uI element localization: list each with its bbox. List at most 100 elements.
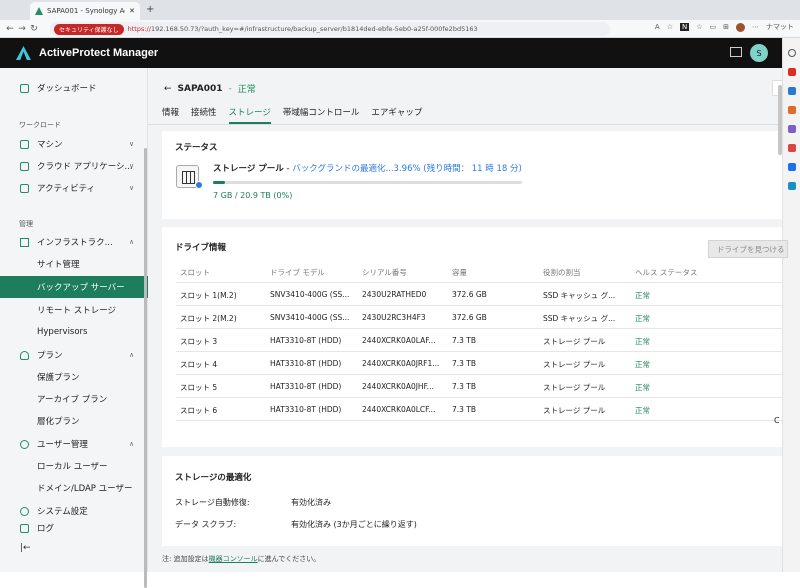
col-model[interactable]: ドライブ モデル <box>270 267 358 278</box>
back-icon[interactable]: ← <box>4 24 16 34</box>
sidebar: ダッシュボード ワークロード マシン ∨ クラウド アプリケーシ... ∨ アク… <box>0 68 148 588</box>
cell-serial: 2430U2RC3H4F3 <box>362 313 426 322</box>
read-aloud-icon[interactable]: A <box>655 23 660 31</box>
collections-icon[interactable]: ⊞ <box>723 23 729 31</box>
cell-capacity: 372.6 GB <box>452 313 487 322</box>
sidebar-item-label: ドメイン/LDAP ユーザー <box>37 484 133 494</box>
cell-role: ストレージ プール <box>543 360 606 369</box>
tab-bar: 情報 接続性 ストレージ 帯域幅コントロール エアギャップ <box>162 106 422 124</box>
users-icon <box>20 439 29 449</box>
tab-airgap[interactable]: エアギャップ <box>371 106 422 124</box>
sidebar-item-logs[interactable]: ログ <box>0 523 148 533</box>
main-scrollbar[interactable] <box>778 85 782 155</box>
refresh-button[interactable]: C <box>774 416 780 425</box>
sidebar-item-domain-users[interactable]: ドメイン/LDAP ユーザー <box>0 478 148 498</box>
sidebar-item-dashboard[interactable]: ダッシュボード <box>0 78 148 98</box>
find-drive-button[interactable]: ドライブを見つける <box>708 240 788 258</box>
sidebar-item-archive-plans[interactable]: アーカイブ プラン <box>0 389 148 409</box>
shopping-icon[interactable] <box>787 163 796 171</box>
table-row[interactable]: スロット 5 HAT3310-8T (HDD) 2440XCRK0A0JHF..… <box>176 375 782 398</box>
chevron-down-icon: ∨ <box>129 162 135 170</box>
tab-info[interactable]: 情報 <box>162 106 179 124</box>
more-icon[interactable]: ⋯ <box>752 23 759 31</box>
device-console-link[interactable]: 機器コンソール <box>209 555 258 563</box>
tab-connectivity[interactable]: 接続性 <box>191 106 217 124</box>
auto-repair-value: 有効化済み <box>291 498 331 507</box>
sidebar-item-label: バックアップ サーバー <box>37 283 125 293</box>
server-status: 正常 <box>237 85 256 95</box>
sidebar-item-plans[interactable]: プラン ∧ <box>0 345 148 365</box>
sidebar-item-label: プラン <box>37 351 63 361</box>
sidebar-item-user-mgmt[interactable]: ユーザー管理 ∧ <box>0 434 148 454</box>
notes-icon[interactable] <box>730 47 742 57</box>
security-badge[interactable]: セキュリティ保護なし <box>54 23 124 35</box>
col-slot[interactable]: スロット <box>180 267 268 278</box>
split-screen-icon[interactable]: ▭ <box>710 23 717 31</box>
sidebar-item-local-users[interactable]: ローカル ユーザー <box>0 456 148 476</box>
cell-health: 正常 <box>635 314 650 323</box>
col-serial[interactable]: シリアル番号 <box>362 267 448 278</box>
sidebar-item-infrastructure[interactable]: インフラストラク... ∧ <box>0 232 148 252</box>
sidebar-item-cloud-apps[interactable]: クラウド アプリケーシ... ∨ <box>0 156 148 176</box>
tab-close-icon[interactable]: ✕ <box>129 7 135 15</box>
sidebar-item-machines[interactable]: マシン ∨ <box>0 134 148 154</box>
cell-model: HAT3310-8T (HDD) <box>270 336 342 345</box>
office-icon[interactable] <box>787 144 796 152</box>
synology-favicon-icon <box>35 7 43 15</box>
back-arrow-icon[interactable]: ← <box>164 84 172 94</box>
games-icon[interactable] <box>787 125 796 133</box>
cell-serial: 2440XCRK0A0JHF... <box>362 382 434 391</box>
section-admin: 管理 <box>19 220 33 228</box>
search-icon[interactable] <box>787 49 796 57</box>
cell-slot: スロット 2(M.2) <box>180 314 237 323</box>
activity-icon <box>20 183 29 193</box>
data-scrub-label: データ スクラブ: <box>175 520 237 529</box>
notion-icon[interactable]: N <box>679 23 690 31</box>
tab-bandwidth[interactable]: 帯域幅コントロール <box>283 106 360 124</box>
collapse-sidebar-icon[interactable]: |← <box>20 543 31 553</box>
reload-icon[interactable]: ↻ <box>28 24 40 34</box>
sidebar-item-activity[interactable]: アクティビティ ∨ <box>0 178 148 198</box>
sidebar-item-site-admin[interactable]: サイト管理 <box>0 254 148 274</box>
sidebar-item-remote-storage[interactable]: リモート ストレージ <box>0 300 148 320</box>
sidebar-item-system-settings[interactable]: システム設定 <box>0 501 148 521</box>
app-header: ActiveProtect Manager S <box>0 38 782 68</box>
forward-icon[interactable]: → <box>16 24 28 34</box>
tools-icon[interactable] <box>787 106 796 114</box>
cell-model: HAT3310-8T (HDD) <box>270 382 342 391</box>
sidebar-item-protection-plans[interactable]: 保護プラン <box>0 367 148 387</box>
cell-capacity: 7.3 TB <box>452 405 477 414</box>
new-tab-icon[interactable]: + <box>146 4 154 15</box>
table-row[interactable]: スロット 6 HAT3310-8T (HDD) 2440XCRK0A0LCF..… <box>176 398 782 421</box>
cell-capacity: 7.3 TB <box>452 382 477 391</box>
activeprotect-logo-icon <box>16 46 31 60</box>
sidebar-item-tiering-plans[interactable]: 層化プラン <box>0 411 148 431</box>
log-icon <box>20 523 29 533</box>
sidebar-item-hypervisors[interactable]: Hypervisors <box>0 322 148 342</box>
sync-badge-icon <box>195 181 203 189</box>
gmail-icon[interactable] <box>787 68 796 76</box>
sidebar-scrollbar[interactable] <box>144 148 147 588</box>
table-row[interactable]: スロット 2(M.2) SNV3410-400G (SS... 2430U2RC… <box>176 306 782 329</box>
user-avatar[interactable]: S <box>750 44 768 62</box>
sidebar-item-backup-servers[interactable]: バックアップ サーバー <box>0 276 148 298</box>
copilot-label[interactable]: ナマット <box>766 22 794 32</box>
profile-avatar[interactable] <box>736 22 745 32</box>
bing-icon[interactable] <box>787 182 796 190</box>
table-row[interactable]: スロット 4 HAT3310-8T (HDD) 2440XCRK0A0JRF1.… <box>176 352 782 375</box>
storage-optimization-card: ストレージの最適化 ストレージ自動修復: 有効化済み データ スクラブ: 有効化… <box>162 456 782 546</box>
favorites-bar-icon[interactable]: ☆ <box>696 23 702 31</box>
favorite-icon[interactable]: ☆ <box>667 23 673 31</box>
browser-tab[interactable]: SAPA001 - Synology ActiveProte... ✕ <box>30 2 140 20</box>
table-row[interactable]: スロット 1(M.2) SNV3410-400G (SS... 2430U2RA… <box>176 283 782 306</box>
col-health[interactable]: ヘルス ステータス <box>635 267 725 278</box>
tab-storage[interactable]: ストレージ <box>228 106 271 124</box>
col-role[interactable]: 役割の割当 <box>543 267 633 278</box>
pool-capacity: 7 GB / 20.9 TB (0%) <box>213 191 293 200</box>
outlook-icon[interactable] <box>787 87 796 95</box>
sidebar-item-label: Hypervisors <box>37 327 88 337</box>
table-row[interactable]: スロット 3 HAT3310-8T (HDD) 2440XCRK0A0LAF..… <box>176 329 782 352</box>
main-content: ← SAPA001 - 正常 情報 接続性 ストレージ 帯域幅コントロール エア… <box>148 68 788 572</box>
url-field[interactable]: セキュリティ保護なし https://192.168.50.73/?auth_k… <box>50 22 610 36</box>
col-capacity[interactable]: 容量 <box>452 267 536 278</box>
